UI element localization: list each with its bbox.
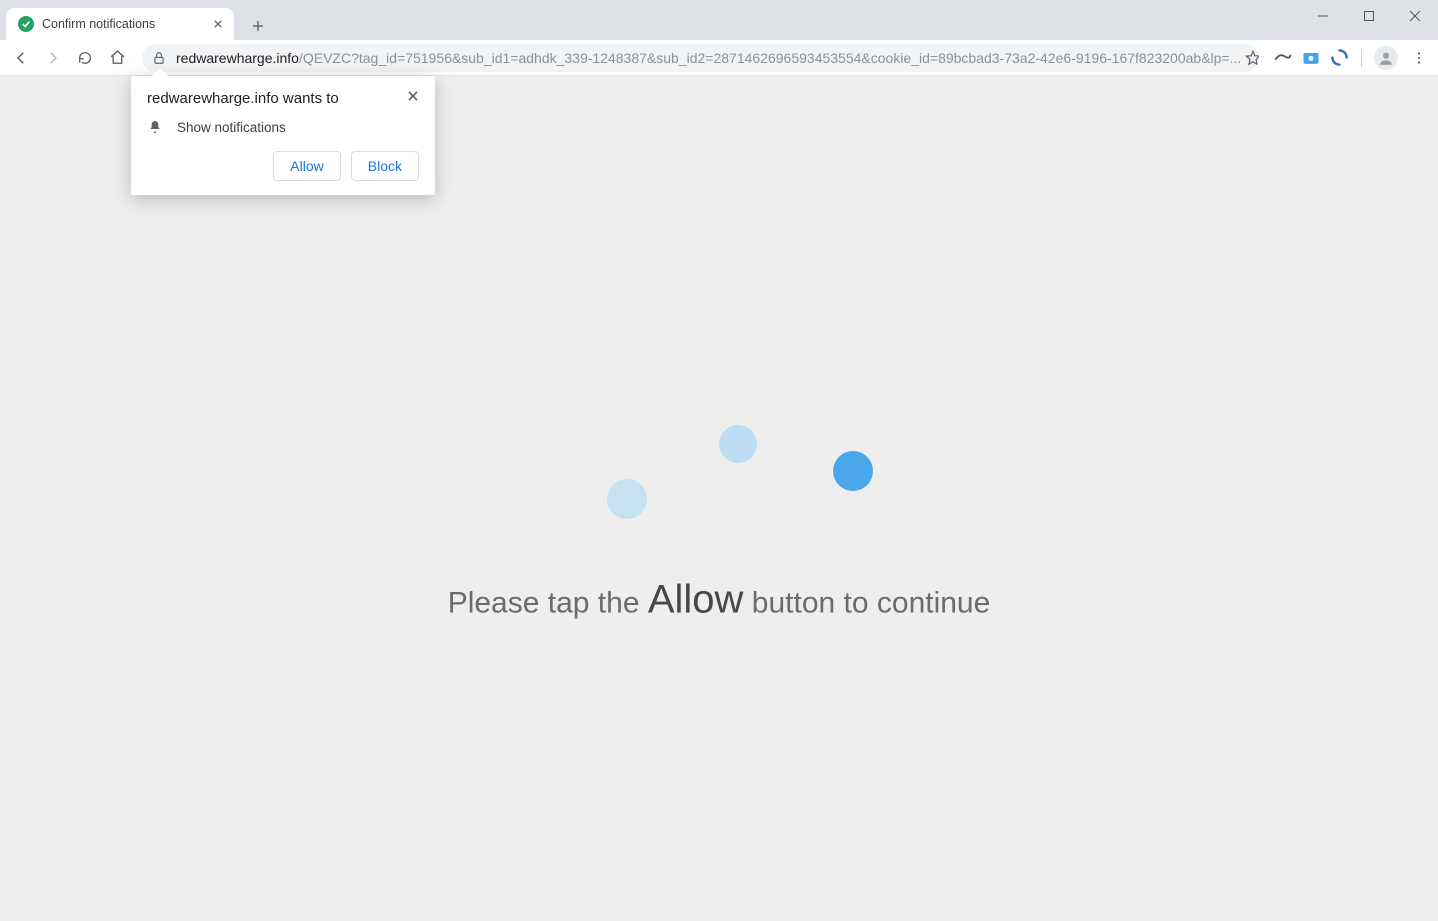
forward-button[interactable] [38,43,68,73]
profile-avatar-button[interactable] [1374,46,1398,70]
dialog-permission-label: Show notifications [177,120,286,135]
spinner-dot-icon [607,479,647,519]
browser-tab[interactable]: Confirm notifications [6,8,234,40]
caption-strong: Allow [648,577,744,621]
spinner-dot-icon [719,425,757,463]
home-button[interactable] [102,43,132,73]
extension-icon-3[interactable] [1329,48,1349,68]
window-maximize-button[interactable] [1346,0,1392,32]
caption-pre: Please tap the [448,586,648,619]
extension-row [1273,43,1432,73]
tab-close-button[interactable] [210,16,226,32]
dialog-actions: Allow Block [147,151,419,181]
lock-icon [152,51,166,65]
chrome-menu-button[interactable] [1406,43,1432,73]
new-tab-button[interactable] [244,12,272,40]
bookmark-star-button[interactable] [1241,46,1259,70]
tab-favicon-check-icon [18,16,34,32]
dialog-close-button[interactable] [403,86,423,106]
block-button[interactable]: Block [351,151,419,181]
address-bar[interactable]: redwarewharge.info/QEVZC?tag_id=751956&s… [142,44,1259,72]
dialog-title: redwarewharge.info wants to [147,90,419,107]
caption-post: button to continue [743,586,990,619]
url-domain: redwarewharge.info [176,50,299,66]
window-controls [1300,0,1438,40]
allow-button[interactable]: Allow [273,151,340,181]
reload-button[interactable] [70,43,100,73]
tab-title: Confirm notifications [42,17,210,31]
toolbar-divider [1361,49,1362,67]
spinner-dot-icon [833,451,873,491]
dialog-permission-row: Show notifications [147,119,419,135]
window-close-button[interactable] [1392,0,1438,32]
page-content: Please tap the Allow button to continue [0,76,1438,921]
back-button[interactable] [6,43,36,73]
url-path: /QEVZC?tag_id=751956&sub_id1=adhdk_339-1… [299,50,1241,66]
extension-icon-2[interactable] [1301,48,1321,68]
notification-permission-dialog: redwarewharge.info wants to Show notific… [131,76,435,195]
browser-toolbar: redwarewharge.info/QEVZC?tag_id=751956&s… [0,40,1438,76]
bell-icon [147,119,163,135]
extension-icon-1[interactable] [1273,48,1293,68]
tab-strip: Confirm notifications [6,8,272,40]
page-caption: Please tap the Allow button to continue [448,577,991,622]
window-minimize-button[interactable] [1300,0,1346,32]
